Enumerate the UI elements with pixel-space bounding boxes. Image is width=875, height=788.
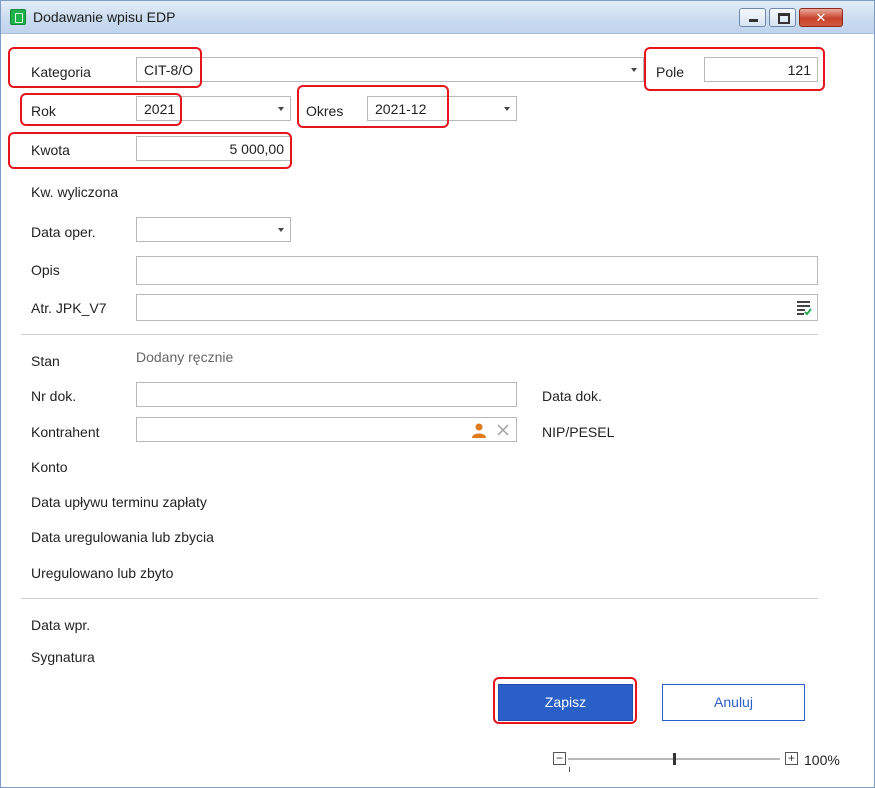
divider: [21, 334, 818, 335]
divider: [21, 598, 818, 599]
chevron-down-icon: [631, 68, 637, 72]
highlight-kwota: [8, 132, 292, 169]
data-uplywu-label: Data upływu terminu zapłaty: [31, 494, 207, 510]
chevron-down-icon: [278, 107, 284, 111]
data-uregulowania-label: Data uregulowania lub zbycia: [31, 529, 214, 545]
zoom-percent: 100%: [804, 752, 840, 768]
kw-wyliczona-label: Kw. wyliczona: [31, 184, 119, 200]
zoom-in-button[interactable]: +: [785, 752, 798, 765]
kontrahent-input[interactable]: [136, 417, 517, 442]
data-oper-label: Data oper.: [31, 224, 96, 240]
sygnatura-label: Sygnatura: [31, 649, 95, 665]
zoom-out-button[interactable]: −: [553, 752, 566, 765]
kategoria-dropdown[interactable]: CIT-8/O: [136, 57, 644, 82]
uregulowano-label: Uregulowano lub zbyto: [31, 565, 174, 581]
app-icon: [10, 9, 26, 25]
minimize-icon: [749, 19, 758, 22]
zoom-slider-thumb[interactable]: [672, 753, 676, 765]
nr-dok-label: Nr dok.: [31, 388, 77, 404]
maximize-icon: [778, 13, 790, 24]
close-icon: ✕: [815, 10, 827, 25]
nr-dok-input[interactable]: [136, 382, 517, 407]
data-oper-dropdown[interactable]: [136, 217, 291, 242]
kontrahent-label: Kontrahent: [31, 424, 100, 440]
atr-jpk-input[interactable]: [136, 294, 818, 321]
highlight-save: [493, 677, 637, 724]
window-title: Dodawanie wpisu EDP: [33, 9, 176, 25]
maximize-button[interactable]: [769, 8, 796, 27]
opis-input[interactable]: [136, 256, 818, 285]
title-bar: Dodawanie wpisu EDP ✕: [1, 1, 874, 34]
stan-label: Stan: [31, 353, 60, 369]
list-check-icon[interactable]: [796, 299, 812, 316]
user-icon[interactable]: [471, 422, 487, 438]
close-button[interactable]: ✕: [799, 8, 843, 27]
highlight-kategoria: [8, 47, 202, 88]
stan-value: Dodany ręcznie: [136, 349, 234, 365]
highlight-okres: [297, 85, 449, 128]
highlight-pole: [644, 47, 825, 91]
chevron-down-icon: [278, 228, 284, 232]
clear-icon[interactable]: [496, 423, 510, 437]
opis-label: Opis: [31, 262, 60, 278]
highlight-rok: [20, 93, 182, 126]
dialog-window: Dodawanie wpisu EDP ✕ Kategoria CIT-8/O …: [0, 0, 875, 788]
nip-pesel-label: NIP/PESEL: [542, 424, 615, 440]
chevron-down-icon: [504, 107, 510, 111]
data-dok-label: Data dok.: [542, 388, 602, 404]
cancel-button[interactable]: Anuluj: [662, 684, 805, 721]
konto-label: Konto: [31, 459, 68, 475]
data-wpr-label: Data wpr.: [31, 617, 91, 633]
atr-jpk-label: Atr. JPK_V7: [31, 300, 107, 316]
minimize-button[interactable]: [739, 8, 766, 27]
zoom-slider-tick: [569, 767, 570, 772]
